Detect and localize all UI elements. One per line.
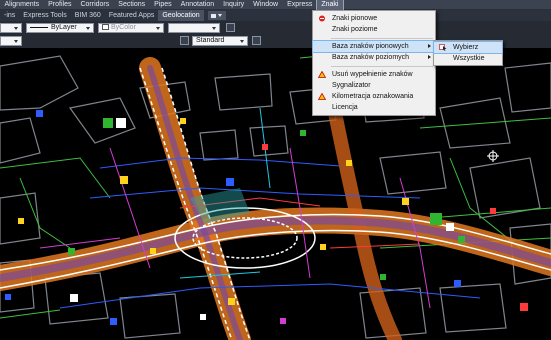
submenu-item-wybierz[interactable]: Wybierz: [433, 41, 503, 54]
menu-bar: Alignments Profiles Corridors Sections P…: [0, 0, 551, 11]
menu-item-kilometracja[interactable]: Kilometracja oznakowania: [313, 91, 435, 102]
menu-item-label: Sygnalizator: [332, 82, 371, 89]
menu-item-label: Licencja: [332, 104, 358, 111]
menu-express[interactable]: Express: [283, 0, 317, 10]
menu-item-label: Kilometracja oznakowania: [332, 93, 414, 100]
menu-znaki[interactable]: Znaki: [315, 0, 344, 11]
crosshair-marker: [487, 150, 499, 162]
lineweight-dropdown[interactable]: [168, 23, 220, 33]
menu-item-label: Znaki poziome: [332, 26, 378, 33]
plotstyle-dropdown[interactable]: [0, 36, 22, 46]
menu-annotation[interactable]: Annotation: [176, 0, 218, 10]
map-drawing: [0, 48, 551, 340]
menu-separator: [331, 66, 433, 67]
text-style-value: Standard: [196, 37, 225, 44]
drawing-canvas[interactable]: [0, 48, 551, 340]
chevron-down-icon: [12, 24, 20, 32]
ribbon-toggle-button[interactable]: [207, 11, 226, 20]
menu-pipes[interactable]: Pipes: [150, 0, 177, 10]
menu-item-licencja[interactable]: Licencja: [313, 102, 435, 113]
znaki-menu: Znaki pionowe Znaki poziome Baza znaków …: [312, 10, 436, 116]
tab-featured-apps[interactable]: Featured Apps: [105, 10, 159, 21]
menu-item-label: Baza znaków poziomych: [332, 54, 410, 61]
menu-separator: [331, 38, 433, 39]
menu-item-label: Znaki pionowe: [332, 15, 378, 22]
linetype-dropdown[interactable]: ByLayer: [26, 23, 94, 33]
linetype-preview-icon: [30, 26, 48, 28]
tab-add-ins[interactable]: -ins: [0, 10, 19, 21]
submenu-arrow-icon: [428, 44, 431, 48]
menu-item-znaki-pionowe[interactable]: Znaki pionowe: [313, 13, 435, 24]
menu-item-sygnalizator[interactable]: Sygnalizator: [313, 80, 435, 91]
menu-item-baza-znakow-poziomych[interactable]: Baza znaków poziomych: [313, 52, 435, 63]
match-properties-icon[interactable]: [226, 23, 235, 32]
tab-express-tools[interactable]: Express Tools: [19, 10, 70, 21]
panel-icon: [211, 13, 217, 18]
menu-window[interactable]: Window: [249, 0, 283, 10]
menu-profiles[interactable]: Profiles: [44, 0, 76, 10]
layer-dropdown[interactable]: [0, 23, 22, 33]
menu-item-usun-wypelnienie[interactable]: Usuń wypełnienie znaków: [313, 69, 435, 80]
color-swatch-icon: [102, 24, 109, 31]
dim-style-icon[interactable]: [252, 36, 261, 45]
menu-item-znaki-poziome[interactable]: Znaki poziome: [313, 24, 435, 35]
chevron-down-icon: [84, 24, 92, 32]
submenu-arrow-icon: [428, 55, 431, 59]
pick-sign-icon: [439, 44, 447, 51]
color-dropdown[interactable]: ByColor: [98, 23, 164, 33]
menu-item-label: Baza znaków pionowych: [332, 43, 409, 50]
text-style-icon[interactable]: [180, 36, 189, 45]
tab-geolocation[interactable]: Geolocation: [158, 10, 204, 21]
submenu-item-wszystkie[interactable]: Wszystkie: [434, 53, 502, 64]
green-lines: [0, 48, 551, 319]
chevron-down-icon: [210, 24, 218, 32]
chevron-down-icon: [218, 14, 223, 17]
chevron-down-icon: [12, 37, 20, 45]
color-value: ByColor: [111, 24, 136, 31]
ribbon-tab-strip: -ins Express Tools BIM 360 Featured Apps…: [0, 10, 551, 21]
menu-item-baza-znakow-pionowych[interactable]: Baza znaków pionowych: [312, 40, 436, 53]
menu-corridors[interactable]: Corridors: [76, 0, 114, 10]
menu-sections[interactable]: Sections: [114, 0, 150, 10]
submenu-item-label: Wszystkie: [453, 55, 485, 62]
baza-znakow-submenu: Wybierz Wszystkie: [433, 40, 503, 66]
menu-alignments[interactable]: Alignments: [0, 0, 44, 10]
menu-inquiry[interactable]: Inquiry: [219, 0, 249, 10]
text-style-dropdown[interactable]: Standard: [192, 36, 248, 46]
menu-item-label: Usuń wypełnienie znaków: [332, 71, 413, 78]
tab-bim-360[interactable]: BIM 360: [71, 10, 105, 21]
warning-sign-icon: [318, 71, 326, 78]
chevron-down-icon: [238, 37, 246, 45]
submenu-item-label: Wybierz: [453, 44, 479, 51]
linetype-value: ByLayer: [51, 24, 77, 31]
building-outlines: [0, 55, 551, 339]
chevron-down-icon: [154, 24, 162, 32]
vertical-sign-icon: [319, 15, 325, 22]
warning-sign-icon: [318, 93, 326, 100]
